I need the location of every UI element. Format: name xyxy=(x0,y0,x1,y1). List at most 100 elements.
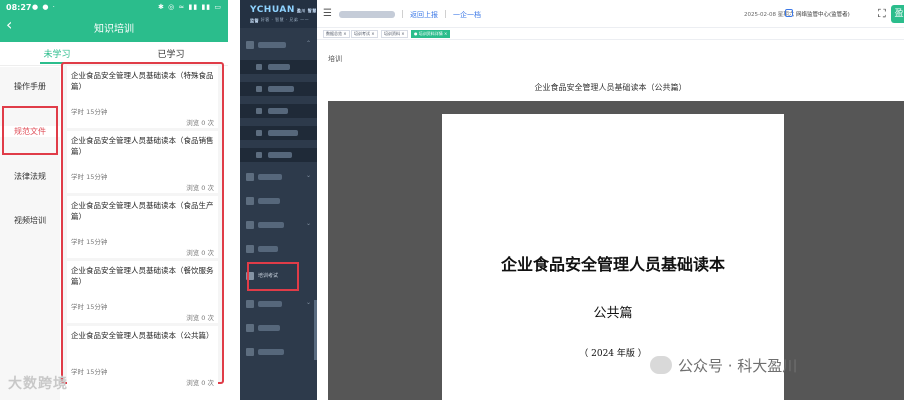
tab-data-overview[interactable]: 数据总览 × xyxy=(323,30,350,38)
menu-icon xyxy=(246,173,254,181)
monitor-icon xyxy=(785,9,793,17)
watermark-dashu: 大数跨境 xyxy=(8,376,68,392)
org-name-blurred xyxy=(339,11,395,18)
sidebar-subitem-2[interactable] xyxy=(240,82,317,96)
mobile-app-screen: 08:27 ● ● · ✱ ◎ ≈ ▮▮ ▮▮ ▭ ‹ 知识培训 未学习 已学习… xyxy=(0,0,228,400)
chevron-up-icon: ⌃ xyxy=(305,40,311,47)
chevron-down-icon: ⌄ xyxy=(305,220,311,227)
current-role[interactable]: 网络监管中心(监管者) xyxy=(796,10,850,18)
signal-battery-icons: ✱ ◎ ≈ ▮▮ ▮▮ ▭ xyxy=(158,3,222,11)
hamburger-icon[interactable]: ☰ xyxy=(323,8,332,19)
sidebar-subitem-5[interactable] xyxy=(240,148,317,162)
sidebar-item-4[interactable]: ⌄ xyxy=(240,218,317,232)
tab-training-materials[interactable]: 培训资料 × xyxy=(381,30,408,38)
top-header: ☰ | 返回上报 | 一企一档 2025-02-08 星期六 网络监管中心(监管… xyxy=(317,0,904,28)
doc-view-count: 浏览 0 次 xyxy=(186,184,214,192)
list-item[interactable]: 企业食品安全管理人员基础读本（特殊食品篇） 学时 15分钟 浏览 0 次 xyxy=(67,66,218,128)
page-title: 知识培训 xyxy=(94,24,134,35)
tab-training-exam[interactable]: 培训考试 × xyxy=(351,30,378,38)
sidebar-subitem-4[interactable] xyxy=(240,126,317,140)
menu-icon xyxy=(246,300,254,308)
notification-icons: ● ● · xyxy=(32,3,56,11)
tab-studied[interactable]: 已学习 xyxy=(114,47,228,60)
blurred-label xyxy=(268,108,288,114)
category-laws[interactable]: 法律法规 xyxy=(0,171,60,182)
highlight-box-menu xyxy=(247,262,299,291)
status-bar: 08:27 ● ● · ✱ ◎ ≈ ▮▮ ▮▮ ▭ xyxy=(0,0,228,16)
list-item[interactable]: 企业食品安全管理人员基础读本（餐饮服务篇） 学时 15分钟 浏览 0 次 xyxy=(67,261,218,323)
blurred-label xyxy=(268,64,290,70)
sidebar-item-2[interactable]: ⌄ xyxy=(240,170,317,184)
doc-view-count: 浏览 0 次 xyxy=(186,119,214,127)
doc-title: 企业食品安全管理人员基础读本（公共篇） xyxy=(71,331,214,340)
pdf-viewer[interactable]: 企业食品安全管理人员基础读本 公共篇 （ 2024 年版 ） xyxy=(328,101,904,400)
tab-training-material-detail[interactable]: ● 培训资料详情 × xyxy=(411,30,451,38)
fullscreen-icon[interactable]: ⛶ xyxy=(878,7,886,21)
doc-title: 企业食品安全管理人员基础读本（特殊食品篇） xyxy=(71,71,214,91)
sidebar-subitem-3[interactable] xyxy=(240,104,317,118)
menu-icon xyxy=(246,324,254,332)
highlight-box-category xyxy=(2,106,58,155)
sidebar-item-1[interactable]: ⌃ xyxy=(240,38,317,52)
document-list: 企业食品安全管理人员基础读本（特殊食品篇） 学时 15分钟 浏览 0 次 企业食… xyxy=(61,62,224,388)
list-item[interactable]: 企业食品安全管理人员基础读本（公共篇） 学时 15分钟 浏览 0 次 xyxy=(67,326,218,388)
menu-icon xyxy=(246,197,254,205)
menu-icon xyxy=(256,152,262,158)
sidebar-item-5[interactable] xyxy=(240,242,317,256)
pdf-book-subtitle: 公共篇 xyxy=(593,306,633,321)
list-item[interactable]: 企业食品安全管理人员基础读本（食品销售篇） 学时 15分钟 浏览 0 次 xyxy=(67,131,218,193)
chevron-down-icon: ⌄ xyxy=(305,299,311,306)
desktop-app-screen: YCHUAN 盈川 智慧监管 —— 好客 · 智慧 · 兄弟 —— ⌃ ⌄ ⌄ … xyxy=(240,0,904,400)
blurred-label xyxy=(258,174,282,180)
doc-title: 企业食品安全管理人员基础读本（餐饮服务篇） xyxy=(71,266,214,286)
blurred-label xyxy=(258,301,282,307)
pdf-book-title: 企业食品安全管理人员基础读本 xyxy=(500,255,725,274)
logo-slogan: —— 好客 · 智慧 · 兄弟 —— xyxy=(250,17,310,22)
report-link[interactable]: 返回上报 xyxy=(410,10,438,20)
doc-view-count: 浏览 0 次 xyxy=(186,249,214,257)
category-video-training[interactable]: 视频培训 xyxy=(0,215,60,226)
watermark-text: 公众号 · 科大盈川 xyxy=(678,357,798,375)
sidebar-item-7[interactable] xyxy=(240,321,317,335)
breadcrumb: 培训 xyxy=(328,55,342,63)
menu-icon xyxy=(256,108,262,114)
blurred-label xyxy=(268,152,292,158)
sidebar-item-6[interactable]: ⌄ xyxy=(240,297,317,311)
doc-study-time: 学时 15分钟 xyxy=(71,368,108,376)
menu-icon xyxy=(256,130,262,136)
user-icon xyxy=(246,245,254,253)
divider: | xyxy=(444,9,447,18)
blurred-label xyxy=(258,349,284,355)
doc-study-time: 学时 15分钟 xyxy=(71,303,108,311)
doc-study-time: 学时 15分钟 xyxy=(71,173,108,181)
doc-title: 企业食品安全管理人员基础读本（食品销售篇） xyxy=(71,136,214,156)
divider: | xyxy=(401,9,404,18)
avatar[interactable]: 盈 xyxy=(891,5,904,23)
list-item[interactable]: 企业食品安全管理人员基础读本（食品生产篇） 学时 15分钟 浏览 0 次 xyxy=(67,196,218,258)
blurred-label xyxy=(258,222,284,228)
doc-title: 企业食品安全管理人员基础读本（食品生产篇） xyxy=(71,201,214,221)
menu-icon xyxy=(246,348,254,356)
chevron-down-icon: ⌄ xyxy=(305,172,311,179)
status-time: 08:27 xyxy=(6,3,32,12)
tab-bar: 数据总览 × 培训考试 × 培训资料 × ● 培训资料详情 × xyxy=(317,28,904,40)
sidebar-subitem-1[interactable] xyxy=(240,60,317,74)
enterprise-file-link[interactable]: 一企一档 xyxy=(453,10,481,20)
tab-unstudied[interactable]: 未学习 xyxy=(0,47,114,60)
sidebar-item-8[interactable] xyxy=(240,345,317,359)
blurred-label xyxy=(258,42,286,48)
wechat-icon xyxy=(650,356,672,374)
menu-icon xyxy=(256,64,262,70)
sidebar-menu: YCHUAN 盈川 智慧监管 —— 好客 · 智慧 · 兄弟 —— ⌃ ⌄ ⌄ … xyxy=(240,0,317,400)
sidebar-scrollbar[interactable] xyxy=(314,300,317,360)
menu-icon xyxy=(246,221,254,229)
doc-study-time: 学时 15分钟 xyxy=(71,108,108,116)
logo: YCHUAN 盈川 智慧监管 —— 好客 · 智慧 · 兄弟 —— xyxy=(240,0,317,28)
mobile-header: 08:27 ● ● · ✱ ◎ ≈ ▮▮ ▮▮ ▭ ‹ 知识培训 xyxy=(0,0,228,42)
sidebar-item-3[interactable] xyxy=(240,194,317,208)
blurred-label xyxy=(268,86,294,92)
menu-icon xyxy=(256,86,262,92)
blurred-label xyxy=(268,130,298,136)
category-operation-manual[interactable]: 操作手册 xyxy=(0,81,60,92)
doc-view-count: 浏览 0 次 xyxy=(186,379,214,387)
